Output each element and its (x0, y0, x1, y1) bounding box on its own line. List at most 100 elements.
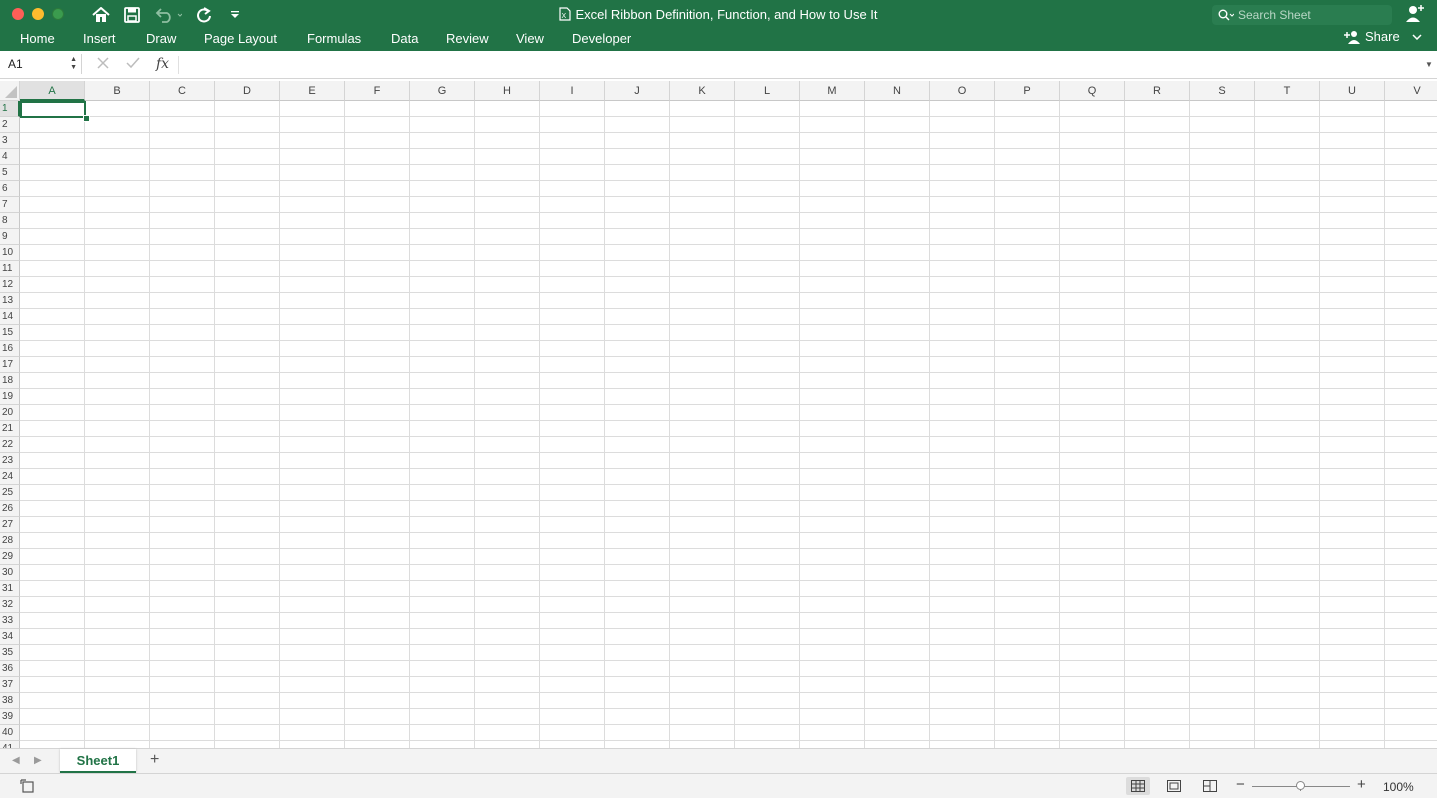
column-header-l[interactable]: L (735, 81, 800, 101)
zoom-in-button[interactable]: + (1357, 776, 1366, 793)
column-header-e[interactable]: E (280, 81, 345, 101)
tab-draw[interactable]: Draw (146, 31, 176, 46)
column-header-v[interactable]: V (1385, 81, 1437, 101)
next-sheet-icon[interactable]: ▶ (34, 755, 42, 766)
tab-formulas[interactable]: Formulas (307, 31, 361, 46)
tab-developer[interactable]: Developer (572, 31, 631, 46)
cancel-icon[interactable] (96, 56, 110, 75)
search-input[interactable]: Search Sheet (1238, 8, 1311, 22)
row-header-8[interactable]: 8 (0, 213, 20, 229)
name-box-value[interactable]: A1 (8, 57, 23, 71)
row-header-35[interactable]: 35 (0, 645, 20, 661)
name-box[interactable]: A1 ▲ ▼ (2, 54, 82, 74)
row-header-39[interactable]: 39 (0, 709, 20, 725)
enter-icon[interactable] (125, 56, 141, 75)
tab-data[interactable]: Data (391, 31, 418, 46)
row-header-30[interactable]: 30 (0, 565, 20, 581)
row-header-3[interactable]: 3 (0, 133, 20, 149)
row-header-41[interactable]: 41 (0, 741, 20, 748)
column-header-c[interactable]: C (150, 81, 215, 101)
row-header-25[interactable]: 25 (0, 485, 20, 501)
tab-home[interactable]: Home (20, 31, 55, 46)
insert-function-button[interactable]: fx (156, 56, 169, 72)
share-button[interactable]: Share (1343, 29, 1422, 44)
row-header-13[interactable]: 13 (0, 293, 20, 309)
column-header-p[interactable]: P (995, 81, 1060, 101)
expand-formula-icon[interactable]: ▼ (1425, 60, 1433, 69)
column-header-s[interactable]: S (1190, 81, 1255, 101)
row-header-16[interactable]: 16 (0, 341, 20, 357)
column-header-r[interactable]: R (1125, 81, 1190, 101)
page-layout-view-button[interactable] (1162, 777, 1186, 795)
row-header-6[interactable]: 6 (0, 181, 20, 197)
row-header-15[interactable]: 15 (0, 325, 20, 341)
macro-record-icon[interactable] (20, 779, 36, 798)
row-header-20[interactable]: 20 (0, 405, 20, 421)
search-box[interactable]: Search Sheet (1212, 5, 1392, 25)
column-header-h[interactable]: H (475, 81, 540, 101)
column-header-t[interactable]: T (1255, 81, 1320, 101)
zoom-slider-thumb[interactable] (1296, 781, 1305, 790)
column-header-m[interactable]: M (800, 81, 865, 101)
active-cell[interactable] (20, 101, 86, 118)
tab-review[interactable]: Review (446, 31, 489, 46)
zoom-out-button[interactable]: − (1236, 776, 1245, 793)
column-header-b[interactable]: B (85, 81, 150, 101)
row-header-14[interactable]: 14 (0, 309, 20, 325)
row-header-4[interactable]: 4 (0, 149, 20, 165)
zoom-level[interactable]: 100% (1383, 780, 1414, 794)
account-icon[interactable] (1405, 5, 1425, 28)
row-header-37[interactable]: 37 (0, 677, 20, 693)
row-header-31[interactable]: 31 (0, 581, 20, 597)
column-header-o[interactable]: O (930, 81, 995, 101)
sheet-tab-sheet1[interactable]: Sheet1 (60, 749, 136, 773)
row-header-2[interactable]: 2 (0, 117, 20, 133)
tab-view[interactable]: View (516, 31, 544, 46)
row-header-7[interactable]: 7 (0, 197, 20, 213)
row-header-12[interactable]: 12 (0, 277, 20, 293)
column-header-d[interactable]: D (215, 81, 280, 101)
formula-input[interactable] (186, 57, 1416, 73)
previous-sheet-icon[interactable]: ◀ (12, 755, 20, 766)
row-header-29[interactable]: 29 (0, 549, 20, 565)
page-break-view-button[interactable] (1198, 777, 1222, 795)
add-sheet-button[interactable]: + (150, 751, 159, 769)
row-header-1[interactable]: 1 (0, 101, 20, 117)
tab-insert[interactable]: Insert (83, 31, 116, 46)
row-header-17[interactable]: 17 (0, 357, 20, 373)
column-header-a[interactable]: A (20, 81, 85, 101)
row-header-18[interactable]: 18 (0, 373, 20, 389)
row-header-23[interactable]: 23 (0, 453, 20, 469)
row-header-21[interactable]: 21 (0, 421, 20, 437)
row-header-33[interactable]: 33 (0, 613, 20, 629)
row-header-27[interactable]: 27 (0, 517, 20, 533)
cell-area[interactable] (20, 101, 1437, 748)
row-header-32[interactable]: 32 (0, 597, 20, 613)
fill-handle[interactable] (83, 115, 90, 122)
row-header-19[interactable]: 19 (0, 389, 20, 405)
column-header-u[interactable]: U (1320, 81, 1385, 101)
select-all-button[interactable] (0, 81, 20, 101)
row-header-24[interactable]: 24 (0, 469, 20, 485)
column-header-k[interactable]: K (670, 81, 735, 101)
column-header-f[interactable]: F (345, 81, 410, 101)
row-header-11[interactable]: 11 (0, 261, 20, 277)
name-box-stepper-icon[interactable]: ▲ ▼ (70, 56, 77, 72)
row-header-5[interactable]: 5 (0, 165, 20, 181)
normal-view-button[interactable] (1126, 777, 1150, 795)
column-header-q[interactable]: Q (1060, 81, 1125, 101)
row-header-22[interactable]: 22 (0, 437, 20, 453)
column-header-i[interactable]: I (540, 81, 605, 101)
row-header-36[interactable]: 36 (0, 661, 20, 677)
row-header-28[interactable]: 28 (0, 533, 20, 549)
row-header-40[interactable]: 40 (0, 725, 20, 741)
row-header-38[interactable]: 38 (0, 693, 20, 709)
row-header-9[interactable]: 9 (0, 229, 20, 245)
column-header-n[interactable]: N (865, 81, 930, 101)
row-header-10[interactable]: 10 (0, 245, 20, 261)
row-header-26[interactable]: 26 (0, 501, 20, 517)
tab-page-layout[interactable]: Page Layout (204, 31, 277, 46)
row-header-34[interactable]: 34 (0, 629, 20, 645)
column-header-j[interactable]: J (605, 81, 670, 101)
column-header-g[interactable]: G (410, 81, 475, 101)
